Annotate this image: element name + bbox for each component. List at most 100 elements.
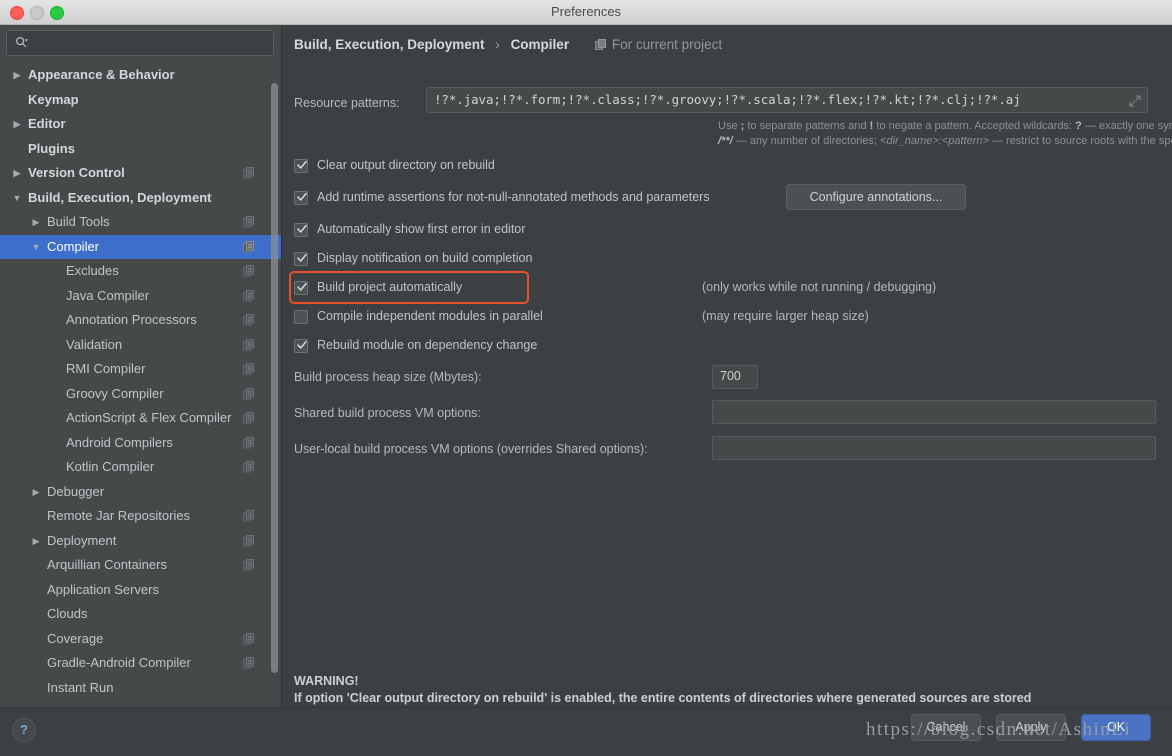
sidebar-item-appearance-behavior[interactable]: ▶ Appearance & Behavior [0, 63, 281, 88]
sidebar-item-gradle-android-compiler[interactable]: Gradle-Android Compiler [0, 651, 281, 676]
sidebar-item-annotation-processors[interactable]: Annotation Processors [0, 308, 281, 333]
hint-seg-1: Use [718, 120, 741, 132]
sidebar-item-build-execution-deployment[interactable]: ▼ Build, Execution, Deployment [0, 186, 281, 211]
configure-annotations-button[interactable]: Configure annotations... [786, 184, 966, 210]
apply-button[interactable]: Apply [996, 714, 1066, 741]
sidebar-item-validation[interactable]: Validation [0, 333, 281, 358]
warning-line-1: If option 'Clear output directory on reb… [294, 691, 1032, 705]
sidebar-item-label: Groovy Compiler [66, 385, 164, 401]
chevron-down-icon[interactable]: ▼ [10, 186, 24, 211]
sidebar-scrollbar[interactable] [271, 83, 278, 673]
shared-vm-options-label: Shared build process VM options: [294, 406, 481, 420]
sidebar-item-label: Coverage [47, 630, 104, 646]
sidebar-item-clouds[interactable]: Clouds [0, 602, 281, 627]
checkbox-build-project-automatically[interactable] [294, 281, 308, 295]
expand-diagonal-icon[interactable] [1129, 95, 1141, 107]
chevron-right-icon[interactable]: ▶ [29, 480, 43, 505]
sidebar-item-label: RMI Compiler [66, 361, 146, 376]
chevron-right-icon[interactable]: ▶ [10, 112, 24, 137]
checkbox-label: Rebuild module on dependency change [317, 338, 538, 352]
checkbox-label: Build project automatically [317, 280, 463, 294]
sidebar-item-label: Application Servers [47, 581, 159, 597]
sidebar-item-label: Deployment [47, 532, 117, 548]
compiler-settings-pane: Build, Execution, Deployment › Compiler … [282, 25, 1172, 722]
sidebar-item-label: Build Tools [47, 214, 110, 229]
user-vm-options-input[interactable] [712, 436, 1156, 460]
checkbox-label: Add runtime assertions for not-null-anno… [317, 190, 710, 204]
checkbox-label: Clear output directory on rebuild [317, 158, 495, 172]
ok-button[interactable]: OK [1081, 714, 1151, 741]
breadcrumb-leaf: Compiler [510, 37, 570, 52]
shared-vm-options-input[interactable] [712, 400, 1156, 424]
chevron-right-icon[interactable]: ▶ [10, 161, 24, 186]
chevron-right-icon[interactable]: ▶ [29, 529, 43, 554]
checkbox-compile-independent-modules-in-parallel[interactable] [294, 310, 308, 324]
sidebar-item-deployment[interactable]: ▶ Deployment [0, 529, 281, 554]
sidebar-item-label: Editor [28, 116, 66, 131]
copy-settings-icon [243, 510, 254, 522]
copy-settings-icon [243, 436, 254, 448]
checkmark-icon [297, 224, 307, 233]
sidebar-item-label: Plugins [28, 140, 75, 156]
sidebar-item-label: Gradle-Android Compiler [47, 655, 191, 670]
hint-seg-8: — restrict to source roots with the spec… [991, 134, 1172, 147]
checkmark-icon [297, 282, 307, 291]
sidebar-item-version-control[interactable]: ▶ Version Control [0, 161, 281, 186]
heap-size-input[interactable]: 700 [712, 365, 758, 389]
sidebar-item-plugins[interactable]: Plugins [0, 137, 281, 162]
checkbox-automatically-show-first-error-in-editor[interactable] [294, 223, 308, 237]
sidebar-item-label: Version Control [28, 165, 125, 180]
cancel-button[interactable]: Cancel [911, 714, 981, 741]
chevron-down-icon[interactable]: ▼ [29, 235, 43, 260]
sidebar-item-kotlin-compiler[interactable]: Kotlin Compiler [0, 455, 281, 480]
search-field-wrapper[interactable] [6, 30, 274, 56]
chevron-right-icon[interactable]: ▶ [10, 63, 24, 88]
sidebar-item-label: Build, Execution, Deployment [28, 189, 212, 205]
copy-scope-icon [594, 39, 606, 50]
checkbox-rebuild-module-on-dependency-change[interactable] [294, 339, 308, 353]
sidebar-item-debugger[interactable]: ▶ Debugger [0, 480, 281, 505]
sidebar-item-label: Android Compilers [66, 434, 173, 450]
sidebar-item-keymap[interactable]: Keymap [0, 88, 281, 113]
copy-settings-icon [243, 387, 254, 399]
checkmark-icon [297, 253, 307, 262]
sidebar-item-android-compilers[interactable]: Android Compilers [0, 431, 281, 456]
sidebar-item-instant-run[interactable]: Instant Run [0, 676, 281, 701]
sidebar-item-label: Excludes [66, 263, 119, 278]
breadcrumb-root[interactable]: Build, Execution, Deployment [294, 37, 485, 52]
sidebar-item-excludes[interactable]: Excludes [0, 259, 281, 284]
settings-tree[interactable]: ▶ Appearance & Behavior Keymap ▶ Editor Plugi… [0, 63, 281, 707]
sidebar-item-label: ActionScript & Flex Compiler [66, 410, 232, 425]
sidebar-item-coverage[interactable]: Coverage [0, 627, 281, 652]
sidebar-item-actionscript-flex-compiler[interactable]: ActionScript & Flex Compiler [0, 406, 281, 431]
checkbox-clear-output-directory-on-rebuild[interactable] [294, 159, 308, 173]
sidebar-item-arquillian-containers[interactable]: Arquillian Containers [0, 553, 281, 578]
checkbox-label: Automatically show first error in editor [317, 222, 526, 236]
sidebar-item-remote-jar-repositories[interactable]: Remote Jar Repositories [0, 504, 281, 529]
copy-settings-icon [243, 632, 254, 644]
checkbox-label: Compile independent modules in parallel [317, 309, 543, 323]
hint-seg-7: — any number of directories; [732, 134, 881, 147]
sidebar-item-groovy-compiler[interactable]: Groovy Compiler [0, 382, 281, 407]
sidebar-item-build-tools[interactable]: ▶ Build Tools [0, 210, 281, 235]
sidebar-item-label: Annotation Processors [66, 312, 197, 327]
checkbox-add-runtime-assertions-for-not-null-annotated-methods-and-parameters[interactable] [294, 191, 308, 205]
resource-patterns-input[interactable]: !?*.java;!?*.form;!?*.class;!?*.groovy;!… [426, 87, 1148, 113]
sidebar-item-label: Appearance & Behavior [28, 67, 175, 82]
sidebar-item-editor[interactable]: ▶ Editor [0, 112, 281, 137]
chevron-right-icon[interactable]: ▶ [29, 210, 43, 235]
sidebar-item-application-servers[interactable]: Application Servers [0, 578, 281, 603]
copy-settings-icon [243, 167, 254, 179]
checkbox-note: (may require larger heap size) [702, 309, 869, 323]
sidebar-item-compiler[interactable]: ▼ Compiler [0, 234, 281, 260]
sidebar-item-label: Debugger [47, 483, 105, 499]
hint-dirname: <dir_name>:<pattern> [880, 134, 989, 147]
hint-seg-3: to negate a pattern. Accepted wildcards: [873, 120, 1076, 132]
search-input[interactable] [6, 30, 274, 56]
resource-patterns-hint: Use ; to separate patterns and ! to nega… [718, 119, 1172, 148]
breadcrumb: Build, Execution, Deployment › Compiler … [294, 37, 722, 52]
sidebar-item-java-compiler[interactable]: Java Compiler [0, 284, 281, 309]
sidebar-item-rmi-compiler[interactable]: RMI Compiler [0, 357, 281, 382]
checkbox-display-notification-on-build-completion[interactable] [294, 252, 308, 266]
help-button[interactable]: ? [12, 718, 36, 742]
